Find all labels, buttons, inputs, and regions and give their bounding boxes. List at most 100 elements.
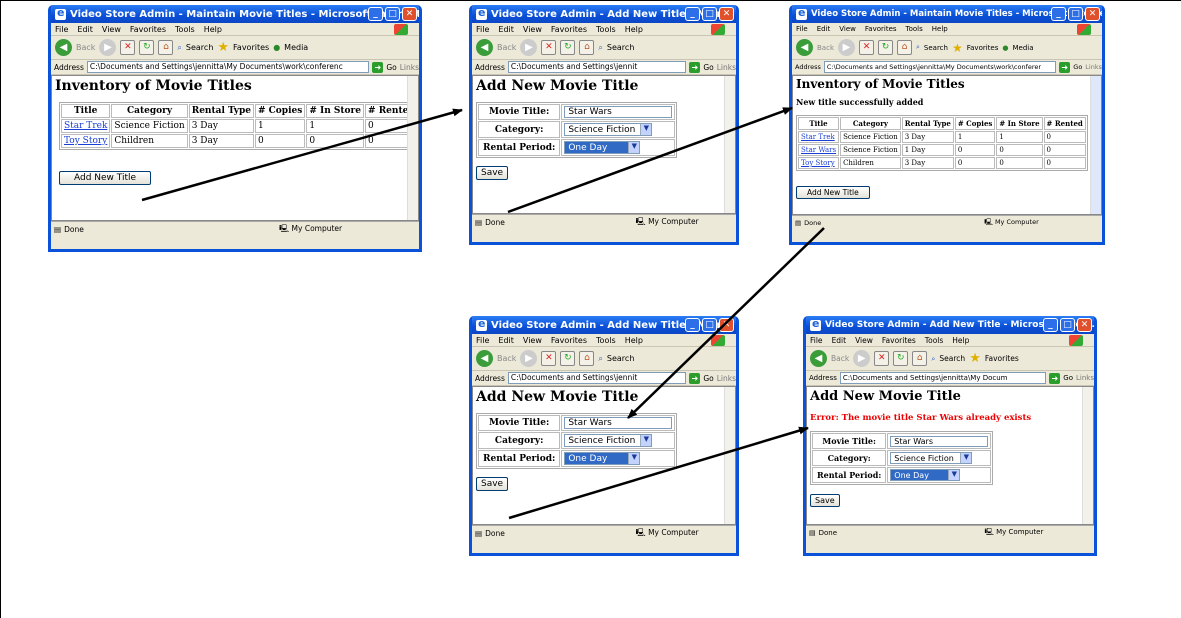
menu-edit[interactable]: Edit [498, 336, 514, 345]
category-select[interactable]: Science Fiction ▼ [890, 452, 973, 464]
add-new-title-button[interactable]: Add New Title [796, 186, 870, 199]
back-arrow-icon[interactable]: ◀ [476, 350, 493, 367]
menu-help[interactable]: Help [952, 336, 969, 345]
title-link[interactable]: Star Trek [801, 133, 835, 141]
back-button[interactable]: Back [497, 43, 516, 52]
chevron-down-icon[interactable]: ▼ [640, 124, 652, 135]
go-icon[interactable]: ➜ [1059, 61, 1071, 73]
go-button[interactable]: Go [703, 374, 713, 383]
vertical-scrollbar[interactable] [1082, 387, 1093, 524]
back-button[interactable]: Back [497, 354, 516, 363]
go-icon[interactable]: ➜ [689, 372, 701, 384]
address-input[interactable]: C:\Documents and Settings\jennitta\My Do… [823, 61, 1057, 73]
links-button[interactable]: Links [717, 63, 736, 72]
title-bar[interactable]: Video Store Admin - Maintain Movie Title… [51, 5, 419, 23]
search-icon[interactable]: ⌕ [598, 43, 602, 53]
go-icon[interactable]: ➜ [689, 61, 701, 73]
menu-view[interactable]: View [523, 336, 542, 345]
favorites-button[interactable]: Favorites [985, 354, 1019, 363]
menu-favorites[interactable]: Favorites [865, 25, 897, 33]
vertical-scrollbar[interactable] [724, 76, 735, 213]
menu-edit[interactable]: Edit [817, 25, 831, 33]
add-new-title-button[interactable]: Add New Title [59, 171, 152, 185]
title-link[interactable]: Star Trek [64, 121, 107, 131]
back-arrow-icon[interactable]: ◀ [810, 350, 827, 367]
menu-help[interactable]: Help [204, 25, 222, 34]
maximize-button[interactable]: □ [702, 318, 717, 332]
favorites-button[interactable]: Favorites [967, 44, 999, 52]
menu-file[interactable]: File [810, 336, 823, 345]
media-button[interactable]: Media [284, 43, 308, 52]
title-bar[interactable]: Video Store Admin - Add New Title - Micr… [806, 316, 1094, 334]
star-icon[interactable]: ★ [217, 40, 229, 55]
chevron-down-icon[interactable]: ▼ [948, 470, 960, 480]
back-button[interactable]: Back [76, 43, 95, 52]
menu-file[interactable]: File [476, 25, 489, 34]
go-icon[interactable]: ➜ [1049, 372, 1061, 384]
home-icon[interactable]: ⌂ [158, 40, 174, 55]
category-select[interactable]: Science Fiction ▼ [564, 123, 653, 136]
search-icon[interactable]: ⌕ [177, 43, 181, 53]
menu-help[interactable]: Help [625, 336, 643, 345]
menu-tools[interactable]: Tools [925, 336, 943, 345]
menu-favorites[interactable]: Favorites [551, 25, 587, 34]
stop-icon[interactable]: ✕ [541, 40, 557, 55]
close-button[interactable]: ✕ [719, 7, 734, 21]
stop-icon[interactable]: ✕ [859, 40, 874, 55]
media-icon[interactable]: ● [1002, 44, 1008, 52]
media-button[interactable]: Media [1012, 44, 1033, 52]
refresh-icon[interactable]: ↻ [560, 351, 576, 366]
go-button[interactable]: Go [703, 63, 713, 72]
close-button[interactable]: ✕ [1085, 7, 1100, 21]
minimize-button[interactable]: _ [1043, 318, 1058, 332]
stop-icon[interactable]: ✕ [874, 351, 890, 366]
address-input[interactable]: C:\Documents and Settings\jennit [507, 61, 687, 73]
minimize-button[interactable]: _ [685, 318, 700, 332]
back-arrow-icon[interactable]: ◀ [55, 39, 72, 56]
media-icon[interactable]: ● [273, 43, 280, 52]
save-button[interactable]: Save [476, 477, 509, 491]
star-icon[interactable]: ★ [969, 351, 981, 366]
close-button[interactable]: ✕ [1077, 318, 1092, 332]
maximize-button[interactable]: □ [1060, 318, 1075, 332]
go-button[interactable]: Go [386, 63, 396, 72]
back-button[interactable]: Back [831, 354, 849, 363]
maximize-button[interactable]: □ [385, 7, 400, 21]
menu-view[interactable]: View [102, 25, 121, 34]
home-icon[interactable]: ⌂ [579, 40, 595, 55]
rental-period-select[interactable]: One Day ▼ [564, 452, 641, 465]
vertical-scrollbar[interactable] [1090, 76, 1101, 214]
rental-period-select[interactable]: One Day ▼ [564, 141, 641, 154]
menu-tools[interactable]: Tools [175, 25, 195, 34]
home-icon[interactable]: ⌂ [897, 40, 912, 55]
chevron-down-icon[interactable]: ▼ [640, 435, 652, 446]
back-button[interactable]: Back [817, 44, 834, 52]
search-button[interactable]: Search [186, 43, 213, 52]
address-input[interactable]: C:\Documents and Settings\jennitta\My Do… [86, 61, 370, 73]
links-button[interactable]: Links [1076, 374, 1094, 382]
category-select[interactable]: Science Fiction ▼ [564, 434, 653, 447]
menu-file[interactable]: File [796, 25, 808, 33]
menu-help[interactable]: Help [932, 25, 948, 33]
title-bar[interactable]: Video Store Admin - Maintain Movie Title… [792, 5, 1102, 23]
title-bar[interactable]: Video Store Admin - Add New Title - Micr… [472, 5, 736, 23]
menu-edit[interactable]: Edit [498, 25, 514, 34]
menu-tools[interactable]: Tools [596, 336, 616, 345]
search-button[interactable]: Search [939, 354, 965, 363]
stop-icon[interactable]: ✕ [541, 351, 557, 366]
forward-arrow-icon[interactable]: ▶ [520, 39, 538, 56]
links-button[interactable]: Links [1085, 63, 1102, 71]
refresh-icon[interactable]: ↻ [878, 40, 893, 55]
menu-view[interactable]: View [839, 25, 856, 33]
refresh-icon[interactable]: ↻ [560, 40, 576, 55]
address-input[interactable]: C:\Documents and Settings\jennit [507, 372, 687, 384]
movie-title-input[interactable]: Star Wars [890, 435, 989, 447]
menu-tools[interactable]: Tools [906, 25, 923, 33]
home-icon[interactable]: ⌂ [912, 351, 928, 366]
title-link[interactable]: Toy Story [64, 136, 107, 146]
refresh-icon[interactable]: ↻ [139, 40, 155, 55]
refresh-icon[interactable]: ↻ [893, 351, 909, 366]
menu-edit[interactable]: Edit [77, 25, 93, 34]
close-button[interactable]: ✕ [402, 7, 417, 21]
save-button[interactable]: Save [810, 494, 840, 507]
